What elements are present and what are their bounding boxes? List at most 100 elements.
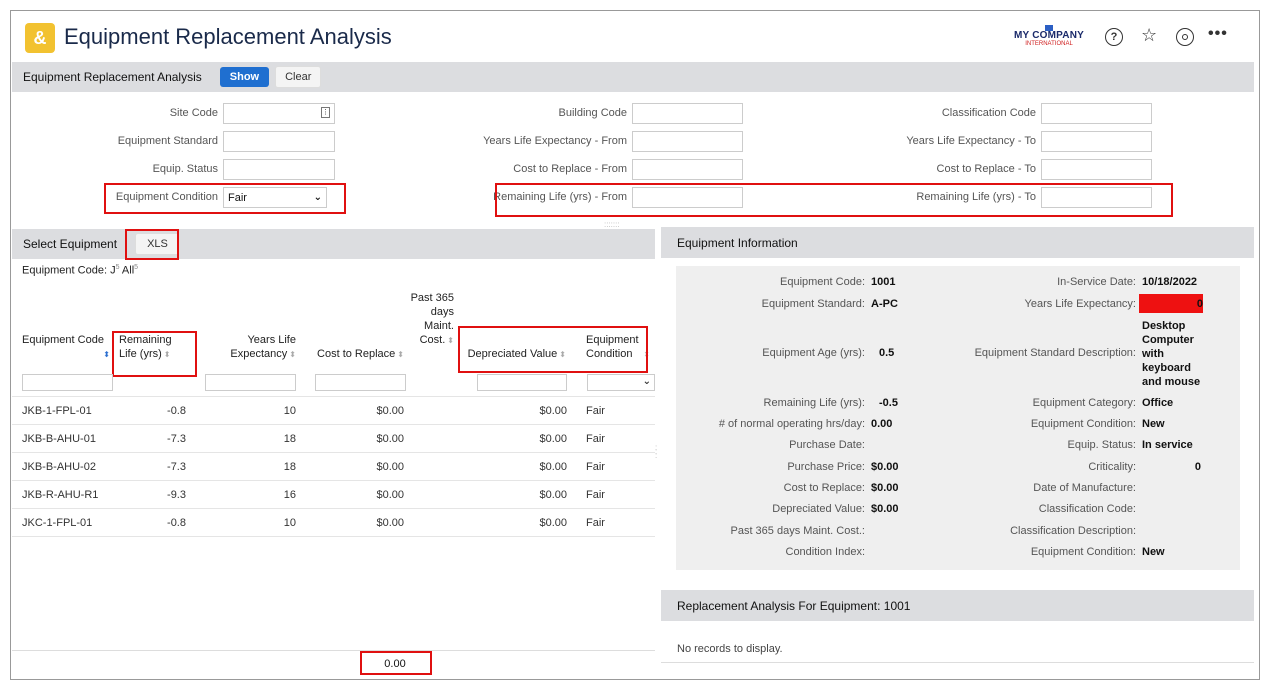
- empty-state-message: No records to display.: [677, 643, 783, 655]
- cell-years-life: 16: [283, 489, 296, 501]
- table-row[interactable]: JKB-B-AHU-01 -7.3 18 $0.00 $0.00 Fair: [12, 425, 655, 453]
- cell-depreciated-value: $0.00: [539, 489, 567, 501]
- column-header-equipment-code[interactable]: Equipment Code ⬍: [22, 333, 110, 359]
- info-label: Depreciated Value:: [772, 503, 865, 515]
- cell-cost-to-replace: $0.00: [376, 517, 404, 529]
- info-value: -0.5: [879, 397, 898, 409]
- cell-equipment-code: JKB-R-AHU-R1: [22, 489, 99, 501]
- highlight-box: [458, 326, 648, 373]
- cost-to-replace-filter[interactable]: [315, 374, 406, 391]
- select-equipment-bar: Select Equipment XLS: [12, 229, 655, 259]
- classification-code-input[interactable]: [1041, 103, 1152, 124]
- cell-cost-to-replace: $0.00: [376, 489, 404, 501]
- cost-to-label: Cost to Replace - To: [936, 163, 1036, 175]
- equipment-condition-filter[interactable]: ⌄: [587, 374, 655, 391]
- info-value: Office: [1142, 397, 1174, 409]
- info-label: Classification Description:: [1010, 525, 1136, 537]
- equipment-standard-input[interactable]: [223, 131, 335, 152]
- equipment-info-bar: Equipment Information: [661, 227, 1254, 258]
- highlight-box: [360, 651, 432, 675]
- highlight-box: [112, 331, 197, 377]
- cell-remaining-life: -9.3: [167, 489, 186, 501]
- sort-icon[interactable]: ⬍: [103, 348, 110, 362]
- equipment-code-filter[interactable]: [22, 374, 113, 391]
- info-label: Equipment Age (yrs):: [762, 347, 865, 359]
- info-value: 0.5: [879, 347, 895, 359]
- table-row[interactable]: JKB-R-AHU-R1 -9.3 16 $0.00 $0.00 Fair: [12, 481, 655, 509]
- building-code-label: Building Code: [558, 107, 628, 119]
- column-header-maint-cost[interactable]: Past 365 days Maint. Cost. ⬍: [408, 291, 454, 348]
- user-circle-icon[interactable]: [1176, 28, 1194, 46]
- info-label: Date of Manufacture:: [1033, 482, 1136, 494]
- cell-equipment-condition: Fair: [586, 405, 605, 417]
- replacement-footer-divider: [661, 662, 1254, 663]
- cell-remaining-life: -7.3: [167, 461, 186, 473]
- index-all[interactable]: All: [122, 265, 134, 277]
- info-label: Equipment Condition:: [1030, 418, 1136, 430]
- info-label: Remaining Life (yrs):: [763, 397, 865, 409]
- chevron-down-icon: ⌄: [642, 376, 651, 387]
- building-code-input[interactable]: [632, 103, 743, 124]
- table-row[interactable]: JKB-B-AHU-02 -7.3 18 $0.00 $0.00 Fair: [12, 453, 655, 481]
- cell-equipment-code: JKB-B-AHU-02: [22, 461, 96, 473]
- cell-years-life: 10: [283, 405, 296, 417]
- equip-status-input[interactable]: [223, 159, 335, 180]
- years-life-from-input[interactable]: [632, 131, 743, 152]
- highlight-box: [104, 183, 346, 214]
- cell-remaining-life: -7.3: [167, 433, 186, 445]
- index-letter-j-count: 5: [115, 264, 120, 271]
- years-life-from-label: Years Life Expectancy - From: [483, 135, 627, 147]
- show-button[interactable]: Show: [219, 67, 270, 87]
- info-value: 0: [1194, 461, 1201, 473]
- info-label: Criticality:: [1088, 461, 1136, 473]
- cell-remaining-life: -0.8: [167, 517, 186, 529]
- table-row[interactable]: JKC-1-FPL-01 -0.8 10 $0.00 $0.00 Fair: [12, 509, 655, 537]
- column-header-cost-to-replace[interactable]: Cost to Replace ⬍: [312, 347, 404, 362]
- info-label: Equipment Condition:: [1030, 546, 1136, 558]
- cost-to-input[interactable]: [1041, 159, 1152, 180]
- cell-equipment-condition: Fair: [586, 517, 605, 529]
- cell-depreciated-value: $0.00: [539, 405, 567, 417]
- site-code-input[interactable]: ⋮: [223, 103, 335, 124]
- years-life-to-input[interactable]: [1041, 131, 1152, 152]
- horizontal-splitter-handle[interactable]: :::::::: [604, 220, 620, 229]
- star-plus-icon[interactable]: ☆: [1141, 25, 1157, 46]
- cell-equipment-condition: Fair: [586, 461, 605, 473]
- company-subtitle: INTERNATIONAL: [1025, 41, 1073, 47]
- company-name: MY COMPANY: [1014, 30, 1084, 41]
- equipment-code-index-label: Equipment Code:: [22, 264, 107, 277]
- sort-icon[interactable]: ⬍: [289, 350, 296, 359]
- info-label: Condition Index:: [785, 546, 866, 558]
- cell-cost-to-replace: $0.00: [376, 433, 404, 445]
- info-label: In-Service Date:: [1057, 276, 1136, 288]
- years-life-filter[interactable]: [205, 374, 296, 391]
- sort-icon[interactable]: ⬍: [447, 336, 454, 345]
- clear-button[interactable]: Clear: [275, 66, 322, 88]
- cost-from-label: Cost to Replace - From: [513, 163, 627, 175]
- depreciated-value-filter[interactable]: [477, 374, 567, 391]
- cell-cost-to-replace: $0.00: [376, 461, 404, 473]
- equipment-code-index: Equipment Code: J5 All5: [22, 264, 138, 277]
- table-row[interactable]: JKB-1-FPL-01 -0.8 10 $0.00 $0.00 Fair: [12, 397, 655, 425]
- grid-footer-divider: [12, 650, 655, 651]
- cell-equipment-code: JKB-B-AHU-01: [22, 433, 96, 445]
- cost-from-input[interactable]: [632, 159, 743, 180]
- info-value: $0.00: [871, 461, 899, 473]
- question-circle-icon[interactable]: ?: [1105, 28, 1123, 46]
- equipment-info-title: Equipment Information: [677, 235, 798, 250]
- more-horizontal-icon[interactable]: •••: [1208, 25, 1228, 43]
- select-equipment-title: Select Equipment: [23, 237, 118, 251]
- info-label: Cost to Replace:: [783, 482, 865, 494]
- equip-status-label: Equip. Status: [152, 163, 218, 175]
- app-logo: &: [25, 23, 55, 53]
- site-code-label: Site Code: [169, 107, 218, 119]
- info-value: 0.00: [871, 418, 893, 430]
- highlight-box: [125, 229, 179, 260]
- info-value: Desktop Computer with keyboard and mouse: [1142, 320, 1201, 388]
- sort-icon[interactable]: ⬍: [397, 350, 404, 359]
- vertical-splitter-handle[interactable]: :::: [655, 444, 657, 460]
- column-header-years-life[interactable]: Years Life Expectancy ⬍: [218, 333, 296, 362]
- cell-equipment-code: JKC-1-FPL-01: [22, 517, 93, 529]
- info-value: New: [1142, 546, 1165, 558]
- select-value-icon[interactable]: ⋮: [321, 107, 330, 118]
